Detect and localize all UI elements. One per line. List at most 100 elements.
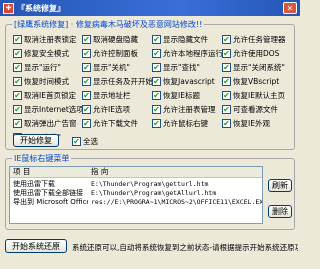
checkbox-box[interactable]: ✔ bbox=[222, 91, 231, 100]
repair-group-title: [绿鹰系统修复] · 修复病毒木马破坏及恶意网站修改!! bbox=[12, 19, 205, 30]
checkbox-box[interactable]: ✔ bbox=[13, 63, 22, 72]
checkbox-label: 取消弹出广告窗 bbox=[24, 119, 77, 128]
checkbox-box[interactable]: ✔ bbox=[13, 91, 22, 100]
checkbox-box[interactable]: ✔ bbox=[152, 119, 161, 128]
repair-option-checkbox[interactable]: ✔ 恢复时间模式 bbox=[13, 76, 69, 87]
checkbox-label: 显示"关机" bbox=[93, 63, 130, 72]
checkbox-box[interactable]: ✔ bbox=[152, 77, 161, 86]
repair-option-checkbox[interactable]: ✔ 取消硬盘隐藏 bbox=[82, 34, 138, 45]
repair-option-checkbox[interactable]: ✔ 允许鼠标右键 bbox=[152, 118, 208, 129]
checkbox-box[interactable]: ✔ bbox=[82, 119, 91, 128]
checkbox-box[interactable]: ✔ bbox=[82, 49, 91, 58]
checkbox-box[interactable]: ✔ bbox=[152, 105, 161, 114]
repair-option-checkbox[interactable]: ✔ 显示Internet选项 bbox=[13, 104, 84, 115]
select-all-label: 全选 bbox=[83, 137, 98, 146]
repair-option-checkbox[interactable]: ✔ 修复安全模式 bbox=[13, 48, 69, 59]
start-system-restore-button[interactable]: 开始系统还原 bbox=[5, 239, 67, 253]
repair-option-checkbox[interactable]: ✔ 允许使用DOS bbox=[222, 48, 279, 59]
repair-option-checkbox[interactable]: ✔ 显示"关闭系统" bbox=[222, 62, 285, 73]
checkbox-box[interactable]: ✔ bbox=[13, 77, 22, 86]
checkbox-box[interactable]: ✔ bbox=[82, 63, 91, 72]
repair-option-checkbox[interactable]: ✔ 取消注册表锁定 bbox=[13, 34, 77, 45]
repair-option-checkbox[interactable]: ✔ 显示任务及开开始 bbox=[82, 76, 153, 87]
checkbox-label: 恢复Javascript bbox=[163, 77, 215, 86]
checkbox-box[interactable]: ✔ bbox=[152, 91, 161, 100]
checkbox-box[interactable]: ✔ bbox=[222, 63, 231, 72]
list-item[interactable]: 使用迅雷下载 E:\Thunder\Program\getturl.htm bbox=[10, 180, 262, 189]
close-button[interactable]: ✕ bbox=[283, 2, 297, 14]
repair-options-group: [绿鹰系统修复] · 修复病毒木马破坏及恶意网站修改!! ✔ 取消注册表锁定 ✔ 取消… bbox=[5, 19, 295, 150]
repair-option-checkbox[interactable]: ✔ 取消IE首页锁定 bbox=[13, 90, 76, 101]
checkbox-label: 允许注册表管理 bbox=[163, 105, 216, 114]
refresh-button[interactable]: 刷新 bbox=[268, 179, 292, 192]
repair-option-checkbox[interactable]: ✔ 恢复IE标题 bbox=[152, 90, 200, 101]
list-item-target: res://E:\PROGRA~1\MICROS~2\OFFICE11\EXCE… bbox=[91, 198, 262, 206]
column-header-item[interactable]: 项 目 bbox=[10, 167, 88, 177]
repair-option-checkbox[interactable]: ✔ 允许任务管理器 bbox=[222, 34, 286, 45]
repair-option-checkbox[interactable]: ✔ 恢复IE外观 bbox=[222, 118, 270, 129]
ie-menu-list[interactable]: 项 目 指 向 使用迅雷下载 E:\Thunder\Program\gettur… bbox=[9, 166, 263, 224]
checkbox-box[interactable]: ✔ bbox=[152, 35, 161, 44]
checkbox-label: 取消IE首页锁定 bbox=[24, 91, 76, 100]
repair-option-checkbox[interactable]: ✔ 允许IE选项 bbox=[82, 104, 130, 115]
repair-option-checkbox[interactable]: ✔ 显示"关机" bbox=[82, 62, 130, 73]
checkbox-label: 显示Internet选项 bbox=[24, 105, 84, 114]
checkbox-box[interactable]: ✔ bbox=[222, 119, 231, 128]
ie-menu-title: IE鼠标右键菜单 bbox=[12, 153, 72, 164]
list-item[interactable]: 使用迅雷下载全部链接 E:\Thunder\Program\getAllurl.… bbox=[10, 189, 262, 198]
checkbox-box[interactable]: ✔ bbox=[152, 63, 161, 72]
checkbox-box[interactable]: ✔ bbox=[222, 77, 231, 86]
repair-option-checkbox[interactable]: ✔ 显示"查找" bbox=[152, 62, 200, 73]
checkbox-box[interactable]: ✔ bbox=[152, 49, 161, 58]
checkbox-box[interactable]: ✔ bbox=[222, 105, 231, 114]
repair-option-checkbox[interactable]: ✔ 显示地址栏 bbox=[82, 90, 131, 101]
list-item[interactable]: 导出到 Microsoft Office Excel (&X) res://E:… bbox=[10, 198, 262, 207]
checkbox-label: 允许任务管理器 bbox=[233, 35, 286, 44]
column-header-target[interactable]: 指 向 bbox=[88, 167, 108, 177]
checkbox-box[interactable]: ✔ bbox=[82, 91, 91, 100]
close-icon: ✕ bbox=[286, 3, 294, 13]
list-item-target: E:\Thunder\Program\getAllurl.htm bbox=[91, 189, 217, 197]
checkbox-label: 恢复VBscript bbox=[233, 77, 280, 86]
checkbox-label: 显示地址栏 bbox=[93, 91, 131, 100]
repair-option-checkbox[interactable]: ✔ 显示"运行" bbox=[13, 62, 61, 73]
checkbox-box[interactable]: ✔ bbox=[222, 49, 231, 58]
list-item-target: E:\Thunder\Program\getturl.htm bbox=[91, 180, 209, 188]
checkbox-label: 显示隐藏文件 bbox=[163, 35, 208, 44]
repair-option-checkbox[interactable]: ✔ 恢复Javascript bbox=[152, 76, 215, 87]
checkbox-label: 允许鼠标右键 bbox=[163, 119, 208, 128]
repair-option-checkbox[interactable]: ✔ 允许下载文件 bbox=[82, 118, 138, 129]
checkbox-label: 恢复IE外观 bbox=[233, 119, 270, 128]
repair-option-checkbox[interactable]: ✔ 恢复IE默认主页 bbox=[222, 90, 285, 101]
select-all-box[interactable]: ✔ bbox=[72, 137, 81, 146]
list-item-name: 导出到 Microsoft Office Excel (&X) bbox=[13, 198, 88, 206]
title-bar: ✚ 『系统修复』 ✕ bbox=[0, 0, 300, 16]
select-all-checkbox[interactable]: ✔ 全选 bbox=[72, 136, 98, 147]
checkbox-label: 允许使用DOS bbox=[233, 49, 280, 58]
repair-option-checkbox[interactable]: ✔ 取消弹出广告窗 bbox=[13, 118, 77, 129]
checkbox-box[interactable]: ✔ bbox=[13, 119, 22, 128]
list-item-name: 使用迅雷下载 bbox=[13, 180, 55, 188]
checkbox-box[interactable]: ✔ bbox=[13, 35, 22, 44]
checkbox-box[interactable]: ✔ bbox=[13, 49, 22, 58]
checkbox-box[interactable]: ✔ bbox=[82, 35, 91, 44]
repair-option-checkbox[interactable]: ✔ 可查看源文件 bbox=[222, 104, 278, 115]
checkbox-label: 显示"查找" bbox=[163, 63, 200, 72]
repair-option-checkbox[interactable]: ✔ 允许注册表管理 bbox=[152, 104, 216, 115]
checkbox-box[interactable]: ✔ bbox=[13, 105, 22, 114]
delete-button[interactable]: 删除 bbox=[268, 205, 292, 218]
ie-context-menu-group: IE鼠标右键菜单 项 目 指 向 使用迅雷下载 E:\Thunder\Progr… bbox=[5, 153, 295, 230]
checkbox-box[interactable]: ✔ bbox=[82, 77, 91, 86]
start-repair-button[interactable]: 开始修复 bbox=[13, 134, 59, 147]
repair-option-checkbox[interactable]: ✔ 显示隐藏文件 bbox=[152, 34, 208, 45]
checkbox-box[interactable]: ✔ bbox=[82, 105, 91, 114]
checkbox-label: 可查看源文件 bbox=[233, 105, 278, 114]
repair-option-checkbox[interactable]: ✔ 恢复VBscript bbox=[222, 76, 279, 87]
restore-hint-text: 系统还原可以,自动将系统恢复到之前状态-请根据提示开始系统还原功能 bbox=[72, 243, 298, 252]
checkbox-box[interactable]: ✔ bbox=[222, 35, 231, 44]
checkbox-label: 显示"运行" bbox=[24, 63, 61, 72]
repair-option-checkbox[interactable]: ✔ 允许本地程序运行 bbox=[152, 48, 223, 59]
checkbox-label: 允许下载文件 bbox=[93, 119, 138, 128]
repair-option-checkbox[interactable]: ✔ 允许控制面板 bbox=[82, 48, 138, 59]
checkbox-label: 显示"关闭系统" bbox=[233, 63, 285, 72]
